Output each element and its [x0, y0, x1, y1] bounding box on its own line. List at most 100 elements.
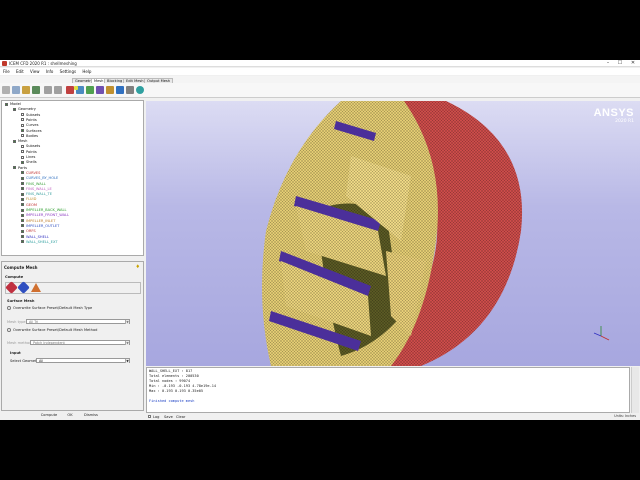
- tree-checkbox[interactable]: [21, 229, 24, 233]
- close-button[interactable]: ✕: [628, 60, 638, 67]
- compute-button[interactable]: Compute: [39, 413, 59, 418]
- input-section: Input: [10, 351, 21, 355]
- tree-checkbox[interactable]: [21, 187, 24, 191]
- tree-checkbox[interactable]: [21, 171, 24, 175]
- tree-item[interactable]: CURVES: [21, 171, 40, 176]
- menu-settings[interactable]: Settings: [60, 68, 76, 75]
- measure-icon[interactable]: [74, 86, 78, 90]
- tree-item[interactable]: FINS_WALL: [21, 182, 46, 187]
- message-line: Max : 0.193 0.193 0.35e05: [149, 389, 204, 393]
- dismiss-button[interactable]: Dismiss: [82, 413, 100, 418]
- tree-item[interactable]: WALL_SHELL: [21, 235, 49, 240]
- tree-item[interactable]: Points: [21, 118, 37, 123]
- tree-item[interactable]: Geometry: [13, 107, 36, 112]
- globe-icon[interactable]: [136, 86, 144, 94]
- tree-checkbox[interactable]: [21, 134, 24, 138]
- menu-file[interactable]: File: [3, 68, 10, 75]
- tree-checkbox[interactable]: [21, 219, 24, 223]
- mesh-display-icon[interactable]: [116, 86, 124, 94]
- tree-item-label: CURVES: [26, 170, 41, 175]
- tree-item[interactable]: Points: [21, 150, 37, 155]
- tree-item[interactable]: Curves: [21, 123, 38, 128]
- tree-item[interactable]: Bodies: [21, 134, 38, 139]
- tree-checkbox[interactable]: [21, 129, 24, 132]
- solid-icon[interactable]: [96, 86, 104, 94]
- tree-item[interactable]: IMPELLER_FRONT_WALL: [21, 213, 69, 218]
- tree-item-label: ORFS: [26, 229, 36, 234]
- menu-info[interactable]: Info: [46, 68, 54, 75]
- tree-checkbox[interactable]: [21, 155, 24, 159]
- ribbon-tabs: Geometry Mesh Blocking Edit Mesh Output …: [0, 76, 640, 83]
- menu-help[interactable]: Help: [82, 68, 91, 75]
- mesh-type-select[interactable]: All Tri ▼: [26, 319, 130, 324]
- save-geometry-icon[interactable]: [32, 86, 40, 94]
- tree-checkbox[interactable]: [21, 224, 24, 228]
- tree-item[interactable]: Lines: [21, 155, 35, 160]
- undo-icon[interactable]: [44, 86, 52, 94]
- open-project-icon[interactable]: [2, 86, 10, 94]
- fit-window-icon[interactable]: [66, 86, 74, 94]
- save-project-icon[interactable]: [12, 86, 20, 94]
- tree-item-label: Geometry: [18, 107, 36, 112]
- tree-item[interactable]: IMPELLER_OUTLET: [21, 224, 59, 229]
- tree-item[interactable]: FINS_WALL_LE: [21, 187, 52, 192]
- tree-checkbox[interactable]: [21, 118, 24, 122]
- tree-checkbox[interactable]: [21, 213, 24, 217]
- tree-item[interactable]: FINS_WALL_TE: [21, 192, 52, 197]
- tree-item[interactable]: GEOM: [21, 203, 37, 208]
- tree-checkbox[interactable]: [21, 144, 24, 148]
- tree-item[interactable]: Shells: [21, 160, 37, 165]
- menu-edit[interactable]: Edit: [16, 68, 24, 75]
- tree-checkbox[interactable]: [21, 176, 24, 180]
- graphics-viewport[interactable]: ANSYS 2020 R1: [146, 101, 640, 366]
- tree-checkbox[interactable]: [21, 182, 24, 185]
- tree-checkbox[interactable]: [21, 235, 24, 238]
- tree-item[interactable]: Parts: [13, 166, 27, 171]
- tree-checkbox[interactable]: [13, 107, 16, 111]
- redo-icon[interactable]: [54, 86, 62, 94]
- log-checkbox[interactable]: [148, 415, 151, 418]
- tree-checkbox[interactable]: [21, 192, 24, 196]
- ok-button[interactable]: OK: [64, 413, 76, 418]
- mesh-method-select[interactable]: Patch Independent ▼: [30, 340, 130, 345]
- mesh-type-value: All Tri: [29, 320, 39, 324]
- wireframe-icon[interactable]: [86, 86, 94, 94]
- tree-item[interactable]: WALL_SHELL_EXT: [21, 240, 58, 245]
- help-icon[interactable]: ♦: [136, 264, 140, 270]
- tree-item[interactable]: ORFS: [21, 229, 36, 234]
- maximize-button[interactable]: ☐: [615, 60, 625, 67]
- tree-item[interactable]: Model: [5, 102, 21, 107]
- tree-item[interactable]: Subsets: [21, 113, 40, 118]
- tree-checkbox[interactable]: [13, 166, 16, 170]
- model-tree: Model Geometry Subsets Points Curves Surfaces…: [1, 100, 144, 256]
- clear-log-button[interactable]: Clear: [176, 415, 185, 419]
- tree-checkbox[interactable]: [21, 208, 24, 212]
- tree-item[interactable]: Mesh: [13, 139, 27, 144]
- menu-view[interactable]: View: [30, 68, 40, 75]
- tree-checkbox[interactable]: [21, 203, 24, 207]
- tree-checkbox[interactable]: [21, 197, 24, 201]
- hide-icon[interactable]: [126, 86, 134, 94]
- open-geometry-icon[interactable]: [22, 86, 30, 94]
- tree-item[interactable]: FLUID: [21, 197, 36, 202]
- select-geometry-select[interactable]: All ▼: [36, 358, 130, 363]
- tree-checkbox[interactable]: [5, 102, 8, 106]
- tree-item[interactable]: IMPELLER_BACK_WALL: [21, 208, 67, 213]
- overwrite-mesh-method-checkbox[interactable]: [7, 328, 11, 332]
- save-log-button[interactable]: Save: [164, 415, 173, 419]
- tree-checkbox[interactable]: [21, 150, 24, 154]
- message-scrollbar[interactable]: [631, 367, 639, 413]
- tree-checkbox[interactable]: [21, 240, 24, 244]
- minimize-button[interactable]: –: [603, 60, 613, 67]
- tree-item[interactable]: CURVES_BY_HOLE: [21, 176, 58, 181]
- tree-item[interactable]: Subsets: [21, 144, 40, 149]
- surface-display-icon[interactable]: [106, 86, 114, 94]
- tree-item[interactable]: Surfaces: [21, 129, 42, 134]
- message-window[interactable]: WALL_SHELL_EXT : 817 Total elements : 20…: [146, 367, 630, 413]
- tree-checkbox[interactable]: [21, 160, 24, 164]
- tree-item[interactable]: IMPELLER_INLET: [21, 219, 55, 224]
- overwrite-mesh-type-checkbox[interactable]: [7, 306, 11, 310]
- tree-checkbox[interactable]: [21, 113, 24, 117]
- tree-checkbox[interactable]: [21, 123, 24, 127]
- tree-checkbox[interactable]: [13, 139, 16, 143]
